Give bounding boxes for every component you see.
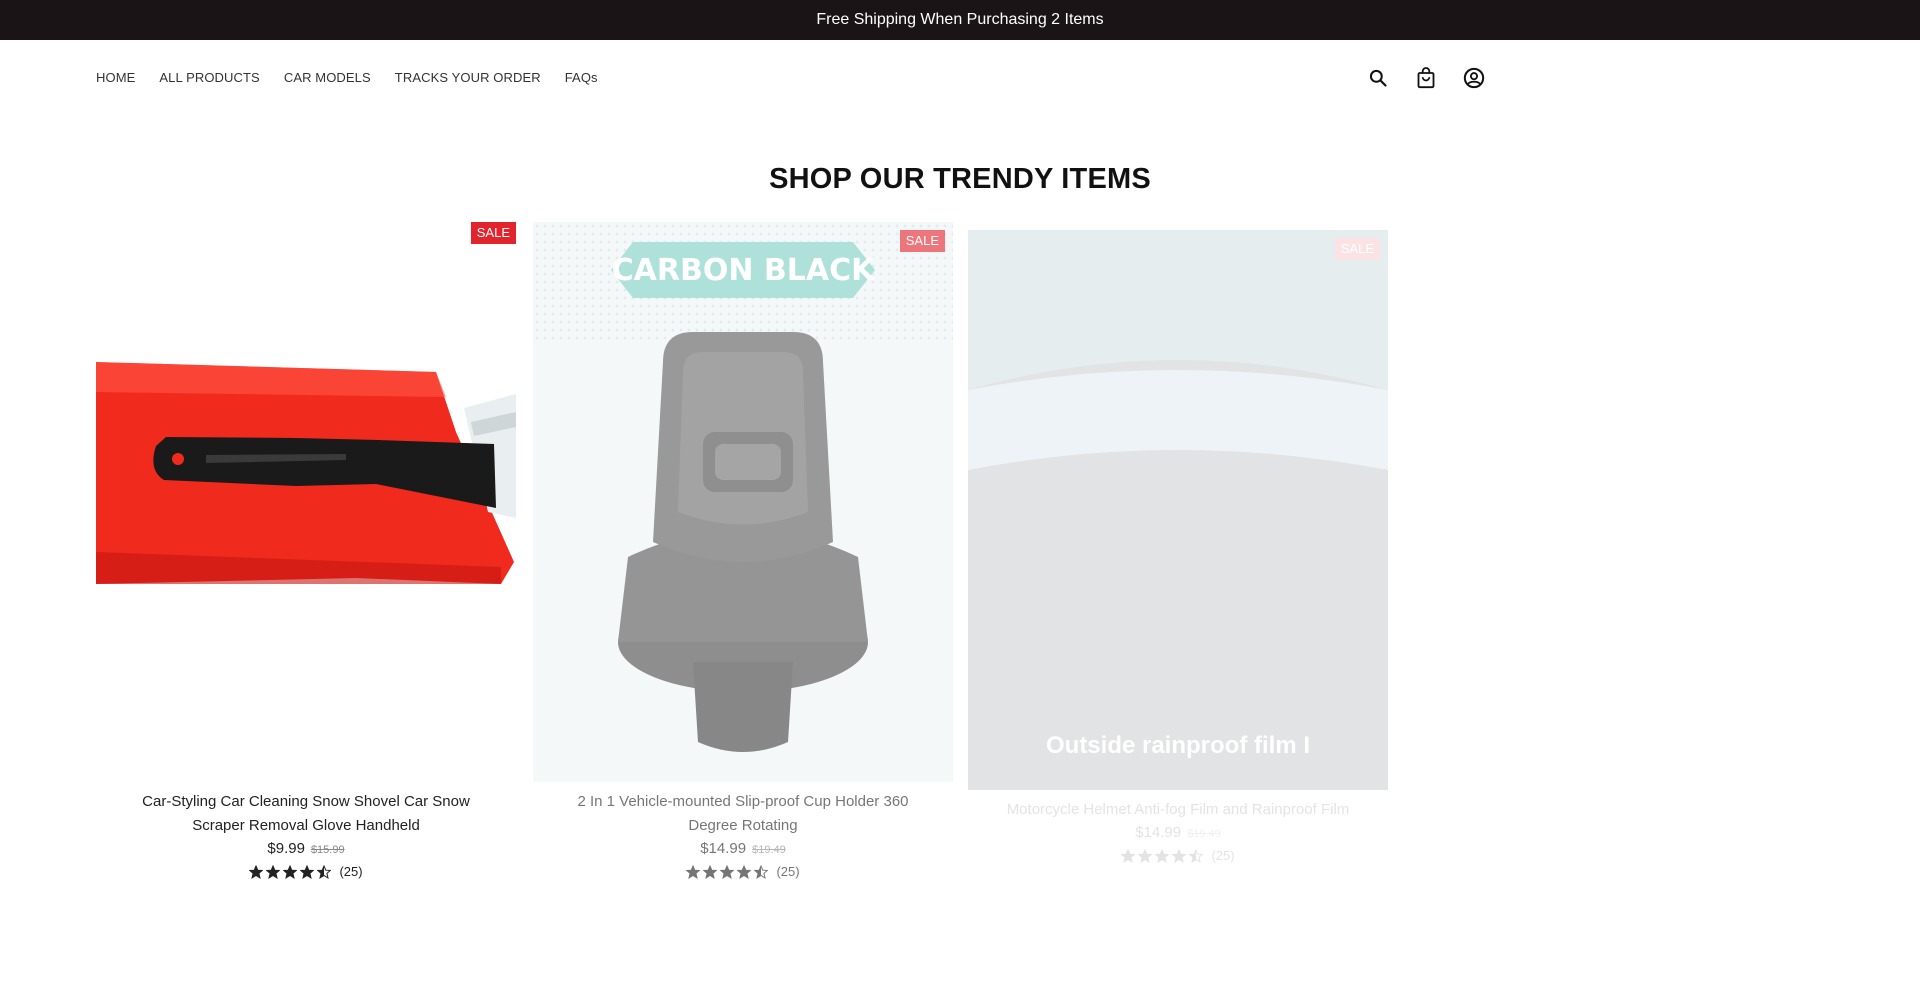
account-icon[interactable] bbox=[1462, 66, 1486, 90]
nav-car-models[interactable]: CAR MODELS bbox=[284, 70, 371, 85]
product-image[interactable]: SALE bbox=[96, 222, 516, 782]
product-rating: (25) bbox=[96, 864, 516, 879]
header-actions bbox=[1366, 66, 1486, 90]
star-full-icon bbox=[1121, 848, 1136, 863]
rating-stars bbox=[249, 864, 332, 879]
star-full-icon bbox=[1172, 848, 1187, 863]
product-price: $9.99 bbox=[267, 840, 305, 857]
product-card[interactable]: CARBON BLACK SALE 2 In 1 Vehicle-mounted… bbox=[533, 222, 953, 879]
nav-home[interactable]: HOME bbox=[96, 70, 135, 85]
product-rating: (25) bbox=[968, 848, 1388, 863]
sale-badge: SALE bbox=[1334, 238, 1380, 260]
review-count: (25) bbox=[339, 864, 363, 879]
product-card[interactable]: Outside rainproof film I SALE Motorcycle… bbox=[968, 230, 1388, 863]
product-prices: $14.99 $19.49 bbox=[968, 824, 1388, 842]
main-nav: HOME ALL PRODUCTS CAR MODELS TRACKS YOUR… bbox=[96, 70, 598, 85]
compare-price: $19.49 bbox=[752, 844, 786, 856]
nav-all-products[interactable]: ALL PRODUCTS bbox=[159, 70, 259, 85]
review-count: (25) bbox=[776, 864, 800, 879]
product-image[interactable]: CARBON BLACK SALE bbox=[533, 222, 953, 782]
compare-price: $15.99 bbox=[310, 844, 345, 856]
star-half-icon bbox=[317, 864, 332, 879]
section-title: SHOP OUR TRENDY ITEMS bbox=[769, 163, 1151, 195]
cart-icon[interactable] bbox=[1414, 66, 1438, 90]
product-price: $14.99 bbox=[1135, 824, 1182, 841]
announcement-text: Free Shipping When Purchasing 2 Items bbox=[816, 11, 1104, 28]
product-card[interactable]: SALE Car-Styling Car Cleaning Snow Shove… bbox=[96, 222, 516, 879]
star-full-icon bbox=[283, 864, 298, 879]
product-prices: $14.99 $19.49 bbox=[533, 840, 953, 858]
star-full-icon bbox=[686, 864, 701, 879]
product-title[interactable]: Motorcycle Helmet Anti-fog Film and Rain… bbox=[968, 798, 1388, 822]
nav-faqs[interactable]: FAQs bbox=[565, 70, 598, 85]
product-price: $14.99 bbox=[700, 840, 747, 857]
sale-badge: SALE bbox=[899, 230, 945, 252]
announcement-bar: Free Shipping When Purchasing 2 Items bbox=[0, 0, 1920, 40]
image-caption: Outside rainproof film I bbox=[1045, 732, 1310, 759]
rating-stars bbox=[686, 864, 769, 879]
star-full-icon bbox=[737, 864, 752, 879]
star-full-icon bbox=[703, 864, 718, 879]
star-full-icon bbox=[300, 864, 315, 879]
star-full-icon bbox=[266, 864, 281, 879]
product-rating: (25) bbox=[533, 864, 953, 879]
rating-stars bbox=[1121, 848, 1204, 863]
star-full-icon bbox=[1155, 848, 1170, 863]
compare-price: $19.49 bbox=[1187, 828, 1221, 840]
product-image[interactable]: Outside rainproof film I SALE bbox=[968, 230, 1388, 790]
product-prices: $9.99 $15.99 bbox=[96, 840, 516, 858]
product-title[interactable]: 2 In 1 Vehicle-mounted Slip-proof Cup Ho… bbox=[533, 790, 953, 838]
search-icon[interactable] bbox=[1366, 66, 1390, 90]
nav-track-order[interactable]: TRACKS YOUR ORDER bbox=[395, 70, 541, 85]
star-full-icon bbox=[249, 864, 264, 879]
star-half-icon bbox=[754, 864, 769, 879]
sale-badge: SALE bbox=[470, 222, 516, 244]
star-full-icon bbox=[720, 864, 735, 879]
review-count: (25) bbox=[1211, 848, 1235, 863]
banner-text: CARBON BLACK bbox=[612, 253, 876, 288]
star-half-icon bbox=[1189, 848, 1204, 863]
site-header: HOME ALL PRODUCTS CAR MODELS TRACKS YOUR… bbox=[0, 40, 1920, 120]
star-full-icon bbox=[1138, 848, 1153, 863]
product-title[interactable]: Car-Styling Car Cleaning Snow Shovel Car… bbox=[96, 790, 516, 838]
